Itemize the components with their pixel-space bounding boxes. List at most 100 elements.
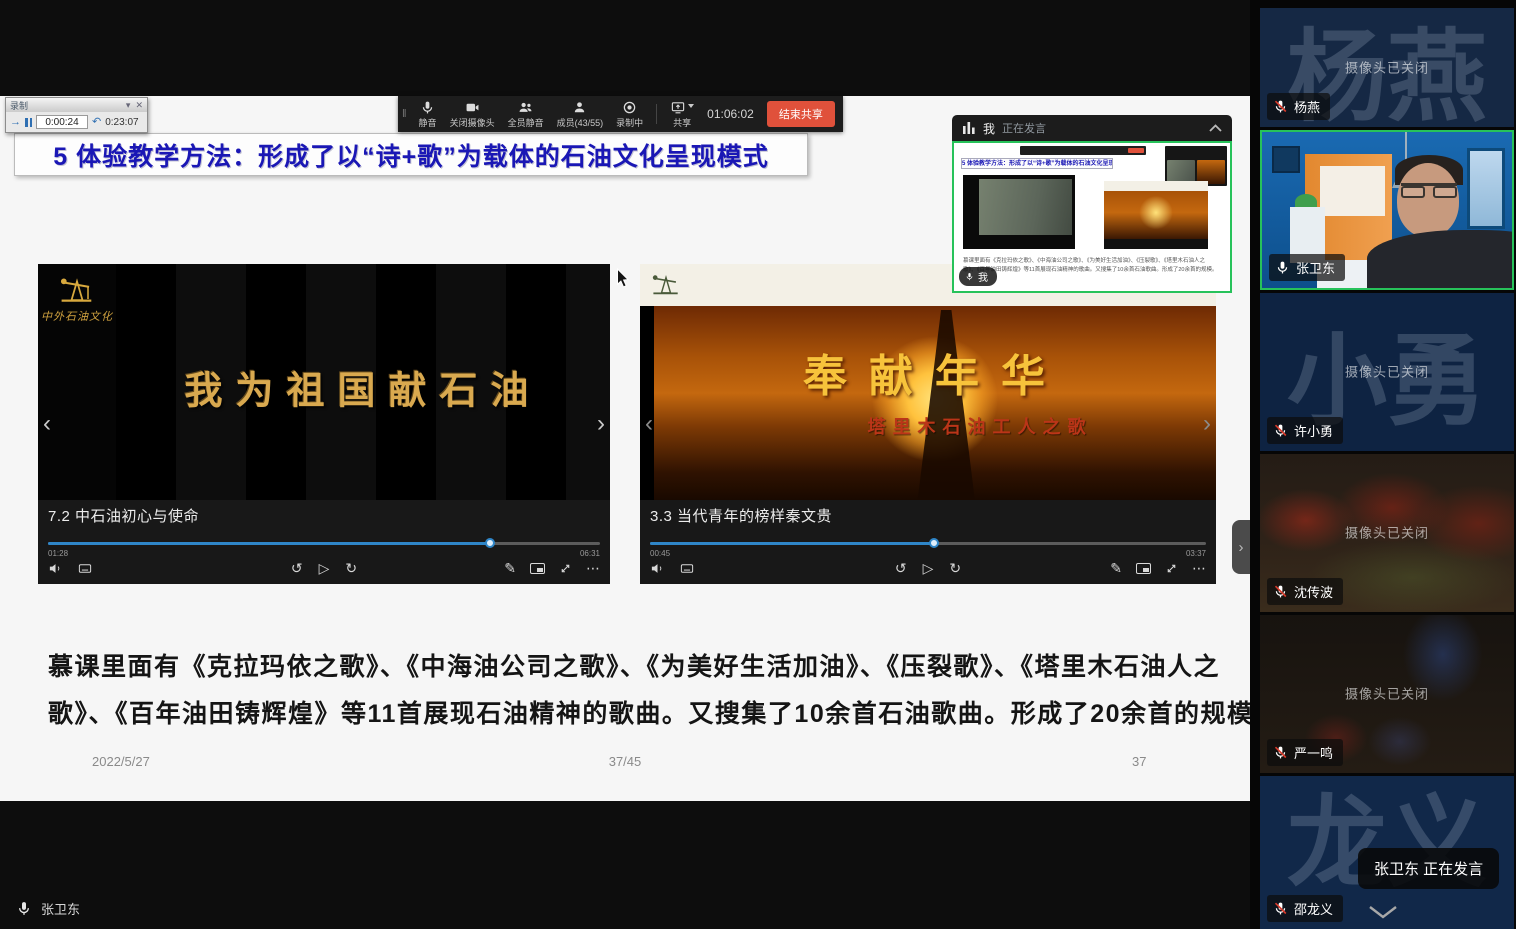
microphone-icon (965, 271, 974, 282)
camera-off-text: 摄像头已关闭 (1260, 523, 1514, 542)
video-logo-text: 中外石油文化 (38, 308, 116, 324)
draw-icon[interactable]: ✎ (1110, 561, 1122, 575)
subtitle-icon[interactable] (679, 561, 695, 576)
mini-video-right (1104, 181, 1208, 249)
end-share-button[interactable]: 结束共享 (767, 101, 835, 127)
progress-knob[interactable] (485, 538, 495, 548)
carousel-prev-icon[interactable]: ‹ (43, 412, 51, 436)
oil-derrick-silhouette (881, 310, 1011, 500)
pip-icon[interactable] (530, 563, 545, 574)
participant-tile[interactable]: 杨燕 摄像头已关闭 杨燕 (1260, 8, 1514, 127)
video-logo-column: 中外石油文化 (38, 264, 116, 500)
camera-off-text: 摄像头已关闭 (1260, 684, 1514, 703)
participant-name-badge: 邵龙义 (1267, 895, 1343, 922)
play-icon[interactable]: ▷ (923, 561, 934, 575)
player-controls-bar: 7.2 中石油初心与使命 01:28 06:31 ↺ ▷ ↻ (38, 500, 610, 584)
volume-icon[interactable] (650, 561, 665, 576)
meeting-window: 5 体验教学方法：形成了以“诗+歌”为载体的石油文化呈现模式 中外石油文化 我为… (0, 0, 1516, 929)
play-icon[interactable]: ▷ (319, 561, 330, 575)
video-player-left[interactable]: 中外石油文化 我为祖国献石油 ‹ › 7.2 中石油初心与使命 01:28 06… (38, 264, 610, 584)
mute-all-button[interactable]: 全员静音 (508, 100, 544, 129)
share-dropdown-caret[interactable] (688, 104, 694, 108)
slide-paragraph: 慕课里面有《克拉玛依之歌》、《中海油公司之歌》、《为美好生活加油》、《压裂歌》、… (48, 644, 1188, 738)
preview-me-badge: 我 (959, 267, 997, 286)
recording-status-button[interactable]: 录制中 (616, 100, 643, 129)
recorder-step-icon[interactable]: → (10, 117, 21, 128)
members-icon (572, 100, 587, 115)
sidebar-collapse-tab[interactable]: › (1232, 520, 1250, 574)
record-icon (622, 100, 637, 115)
muted-microphone-icon (1273, 745, 1288, 760)
carousel-prev-icon[interactable]: ‹ (645, 412, 653, 436)
recorder-titlebar[interactable]: 录制 ▾ ✕ (6, 98, 147, 112)
video-overlay-subtitle: 塔里木石油工人之歌 (867, 413, 1092, 439)
participant-name-badge: 沈传波 (1267, 578, 1343, 605)
carousel-next-icon[interactable]: › (597, 412, 605, 436)
recorder-dropdown-icon[interactable]: ▾ (126, 101, 131, 110)
recorder-controls: → 0:00:24 ↶ 0:23:07 (6, 112, 147, 132)
video-caption: 3.3 当代青年的榜样秦文贵 (650, 505, 832, 526)
skip-forward-icon[interactable]: ↻ (949, 561, 961, 575)
recorder-close-icon[interactable]: ✕ (135, 101, 143, 110)
screen-recorder-widget[interactable]: 录制 ▾ ✕ → 0:00:24 ↶ 0:23:07 (5, 97, 148, 133)
progress-bar[interactable] (48, 542, 600, 545)
mini-video-left (963, 175, 1075, 249)
participant-name-badge: 杨燕 (1267, 93, 1330, 120)
slide-page-indicator: 37/45 (0, 754, 1250, 769)
more-options-icon[interactable]: ⋯ (1192, 561, 1206, 575)
scroll-down-chevron-icon[interactable] (1368, 905, 1398, 919)
mouse-cursor (616, 268, 631, 289)
video-player-right[interactable]: 奉献年华 塔里木石油工人之歌 ‹ › 3.3 当代青年的榜样秦文贵 00:45 … (640, 264, 1216, 584)
preview-speaking-status: 正在发言 (1002, 120, 1046, 136)
skip-back-icon[interactable]: ↺ (291, 561, 303, 575)
slide-title: 5 体验教学方法：形成了以“诗+歌”为载体的石油文化呈现模式 (53, 137, 768, 173)
participant-tile-speaking[interactable]: 张卫东 (1260, 130, 1514, 290)
carousel-next-icon[interactable]: › (1203, 412, 1211, 436)
video-overlay-title: 我为祖国献石油 (184, 359, 541, 414)
draw-icon[interactable]: ✎ (504, 561, 516, 575)
mute-button[interactable]: 静音 (419, 100, 437, 129)
members-button[interactable]: 成员(43/55) (557, 100, 604, 129)
fullscreen-icon[interactable] (1165, 562, 1178, 575)
active-speaker-indicator: 张卫东 (16, 899, 80, 918)
participant-tile[interactable]: 摄像头已关闭 严一鸣 (1260, 615, 1514, 773)
recorder-pause-icon[interactable] (25, 118, 32, 127)
camera-button[interactable]: 关闭摄像头 (450, 100, 495, 129)
preview-header[interactable]: 我 正在发言 (952, 115, 1232, 141)
participant-tile[interactable]: 小勇 摄像头已关闭 许小勇 (1260, 293, 1514, 451)
progress-bar[interactable] (650, 542, 1206, 545)
toolbar-drag-handle[interactable]: ‖ (402, 108, 406, 120)
meeting-toolbar: ‖ 静音 关闭摄像头 全员静音 成员(43/55) 录制中 (398, 96, 843, 132)
participant-tile[interactable]: 摄像头已关闭 沈传波 (1260, 454, 1514, 612)
share-button[interactable]: 共享 (670, 100, 694, 129)
video-frame-right: 奉献年华 塔里木石油工人之歌 (654, 306, 1216, 500)
progress-knob[interactable] (929, 538, 939, 548)
more-options-icon[interactable]: ⋯ (586, 561, 600, 575)
recorder-elapsed-time: 0:00:24 (36, 115, 88, 129)
camera-off-text: 摄像头已关闭 (1260, 57, 1514, 76)
speaking-toast: 张卫东 正在发言 (1358, 848, 1499, 889)
skip-forward-icon[interactable]: ↻ (345, 561, 357, 575)
fullscreen-icon[interactable] (559, 562, 572, 575)
muted-microphone-icon (1273, 99, 1288, 114)
subtitle-icon[interactable] (77, 561, 93, 576)
mini-slide-title: 5 体验教学方法：形成了以“诗+歌”为载体的石油文化呈现模式 (961, 158, 1113, 169)
video-frame-left: 我为祖国献石油 (116, 264, 610, 500)
screen-share-preview-window[interactable]: 我 正在发言 5 体验教学方法：形成了以“诗+歌”为载体的石油文化呈现模式 慕课… (952, 115, 1232, 293)
pip-icon[interactable] (1136, 563, 1151, 574)
mini-toolbar (1020, 146, 1146, 155)
paragraph-line: 慕课里面有《克拉玛依之歌》、《中海油公司之歌》、《为美好生活加油》、《压裂歌》、… (48, 644, 1188, 691)
participant-name-badge: 张卫东 (1269, 254, 1345, 281)
recorder-undo-icon[interactable]: ↶ (92, 117, 101, 128)
preview-speaker-name: 我 (983, 120, 995, 137)
toolbar-divider (656, 104, 657, 124)
participant-name-badge: 许小勇 (1267, 417, 1343, 444)
mini-paragraph: 慕课里面有《克拉玛依之歌》、《中海油公司之歌》、《为美好生活加油》、《压裂歌》、… (963, 257, 1221, 275)
volume-icon[interactable] (48, 561, 63, 576)
video-overlay-title: 奉献年华 (803, 340, 1067, 404)
meeting-elapsed-time: 01:06:02 (707, 107, 754, 121)
muted-microphone-icon (1273, 423, 1288, 438)
collapse-chevron-icon[interactable] (1209, 124, 1222, 132)
skip-back-icon[interactable]: ↺ (895, 561, 907, 575)
slide-page-number: 37 (1132, 754, 1146, 769)
